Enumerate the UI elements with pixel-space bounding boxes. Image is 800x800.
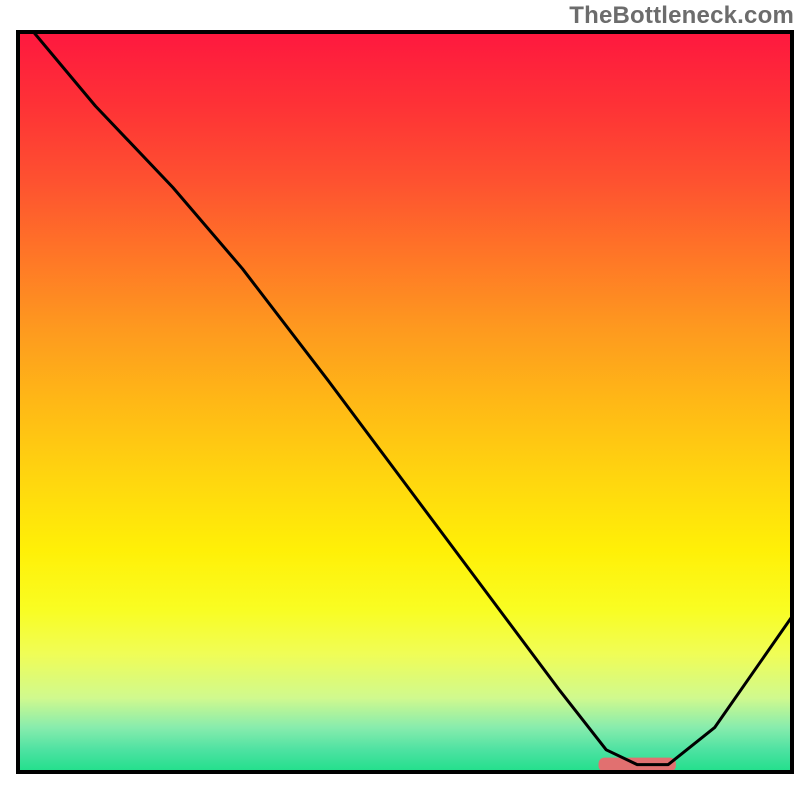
gradient-background: [18, 32, 792, 772]
bottleneck-chart: [0, 0, 800, 800]
watermark-text: TheBottleneck.com: [569, 2, 794, 30]
chart-container: TheBottleneck.com: [0, 0, 800, 800]
